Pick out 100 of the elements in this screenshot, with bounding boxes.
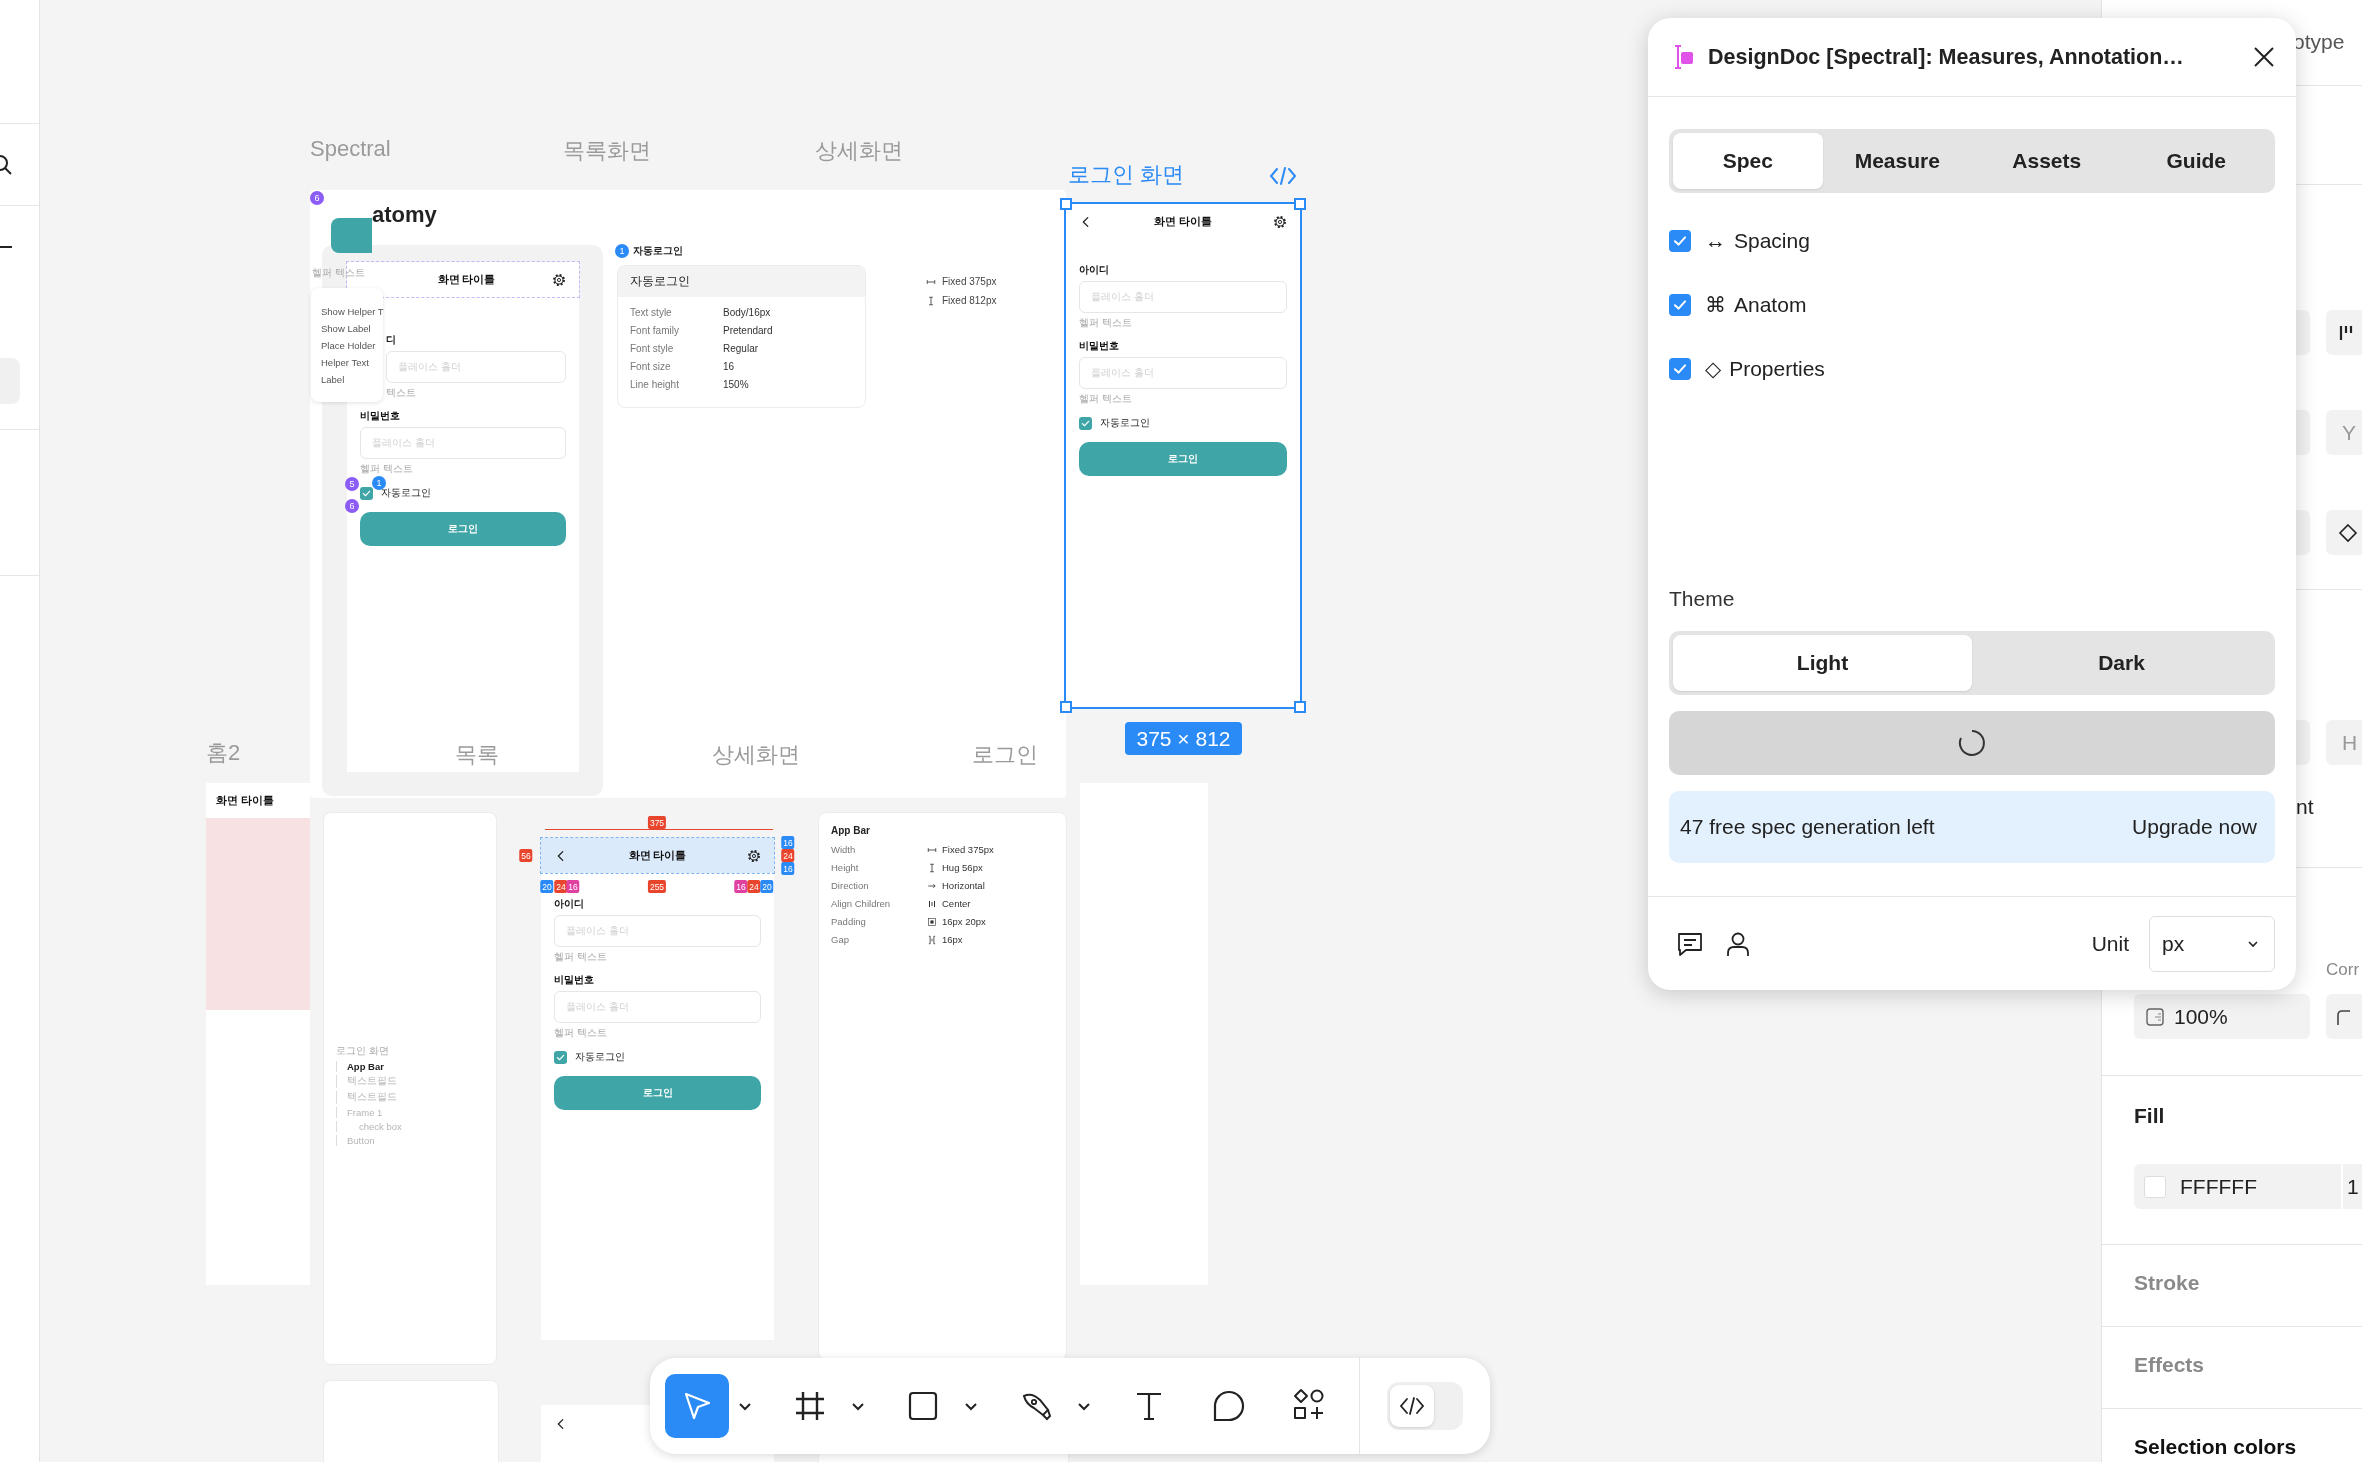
spacing-badge: 24 — [747, 880, 761, 893]
size-note: Fixed 375px — [942, 276, 997, 287]
screen-title: 화면 타이틀 — [1153, 214, 1213, 229]
screen-title: 화면 타이틀 — [627, 848, 688, 863]
opacity-field[interactable]: 100% — [2134, 994, 2310, 1039]
section-label: 홈2 — [206, 739, 241, 767]
section-title[interactable]: Selection colors — [2134, 1435, 2297, 1459]
checkbox[interactable] — [1669, 294, 1691, 316]
screen-title: 화면 타이틀 — [436, 272, 497, 287]
checkbox[interactable] — [1669, 230, 1691, 252]
unit-select[interactable]: px — [2149, 915, 2275, 972]
property-value: 16 — [723, 361, 736, 372]
checkbox-label: Spacing — [1734, 229, 1810, 253]
property-label: Text style — [630, 307, 673, 318]
field-label: 비밀번호 — [360, 409, 401, 423]
field-label: Corr — [2326, 960, 2360, 980]
corner-icon — [2336, 1008, 2352, 1025]
marker-badge: 6 — [310, 191, 324, 205]
section-title: Fill — [2134, 1104, 2165, 1128]
checkbox[interactable] — [554, 1050, 567, 1064]
property-value: Pretendard — [723, 325, 774, 336]
resize-handle[interactable] — [1060, 198, 1072, 210]
banner-text: 47 free spec generation left — [1680, 815, 1935, 839]
opacity-field[interactable]: 1 — [2343, 1164, 2362, 1209]
settings-icon[interactable] — [552, 272, 566, 287]
align-icon — [927, 898, 937, 909]
helper-text: 텍스트 — [386, 386, 417, 400]
property-option[interactable]: Show Label — [321, 322, 383, 334]
field-label: 비밀번호 — [1079, 339, 1120, 353]
checkbox[interactable] — [360, 486, 373, 500]
resize-handle[interactable] — [1294, 701, 1306, 713]
tab[interactable]: Spec — [1673, 133, 1823, 189]
marker-badge: 1 — [372, 476, 386, 490]
button-drawing — [331, 218, 372, 253]
spacing-badge: 16 — [566, 880, 580, 893]
checkbox-label: 자동로그인 — [1100, 416, 1150, 430]
tab[interactable]: Measure — [1822, 133, 1972, 189]
helper-text: 헬퍼 텍스트 — [360, 462, 414, 476]
checkbox-label: 자동로그인 — [575, 1050, 625, 1064]
card-title: 자동로그인 — [618, 266, 865, 297]
checkbox[interactable] — [1079, 416, 1092, 430]
option-icon: ⌘ — [1705, 293, 1726, 317]
property-value: 16px — [942, 934, 963, 945]
property-option[interactable]: Helper Text — [321, 356, 383, 368]
section-label: Spectral — [310, 136, 391, 162]
option-icon: ↔ — [1705, 229, 1726, 253]
property-label: Line height — [630, 379, 680, 390]
helper-text: 헬퍼 텍스트 — [554, 950, 608, 964]
code-icon — [1399, 1396, 1425, 1416]
property-label: Font size — [630, 361, 672, 372]
property-value: 16px 20px — [942, 916, 986, 927]
property-label: Gap — [831, 934, 850, 945]
spacing-badge: 255 — [647, 880, 667, 893]
property-option[interactable]: Place Holder — [321, 339, 383, 351]
theme-option[interactable]: Dark — [1972, 635, 2271, 691]
property-value: Horizontal — [942, 880, 985, 891]
property-option[interactable]: Label — [321, 373, 383, 385]
spacing-badge: 16 — [781, 836, 795, 849]
resize-handle[interactable] — [1294, 198, 1306, 210]
screen-title: 화면 타이틀 — [215, 793, 275, 808]
upgrade-link[interactable]: Upgrade now — [2132, 815, 2257, 839]
gap-icon — [927, 934, 937, 945]
settings-icon[interactable] — [1273, 214, 1287, 229]
section-label: 목록화면 — [563, 137, 651, 165]
spacing-badge: 56 — [519, 849, 533, 862]
property-value: Body/16px — [723, 307, 772, 318]
height-icon — [926, 295, 936, 306]
spacing-badge: 16 — [781, 862, 795, 875]
dev-mode-toggle[interactable] — [1387, 1382, 1463, 1430]
resize-handle[interactable] — [1060, 701, 1072, 713]
section-label: nt — [2296, 795, 2314, 819]
theme-option[interactable]: Light — [1673, 635, 1972, 691]
layer-name: 로그인 화면 — [336, 1045, 390, 1058]
spacing-badge: 375 — [647, 816, 667, 829]
field-label: Unit — [2091, 931, 2129, 956]
section-heading: atomy — [372, 202, 437, 228]
plugin-logo-icon — [1672, 44, 1694, 70]
tab[interactable]: Guide — [2121, 133, 2271, 189]
settings-icon[interactable] — [747, 848, 761, 863]
frame-caption: 목록 — [455, 741, 499, 769]
checkbox[interactable] — [1669, 358, 1691, 380]
property-value: Hug 56px — [942, 862, 983, 873]
color-swatch — [2144, 1175, 2166, 1198]
property-label: Direction — [831, 880, 870, 891]
property-value: 150% — [723, 379, 750, 390]
padding-icon — [927, 916, 937, 927]
field-label: 아이디 — [554, 897, 585, 911]
code-icon[interactable] — [1268, 166, 1298, 186]
section-label: 상세화면 — [815, 137, 903, 165]
field-label: 디 — [386, 333, 397, 347]
property-option[interactable]: Show Helper T — [321, 305, 383, 317]
tab[interactable]: Assets — [1972, 133, 2122, 189]
layer-item[interactable]: App Bar — [336, 1061, 402, 1072]
helper-text: 헬퍼 텍스트 — [312, 266, 365, 280]
close-icon[interactable] — [2252, 45, 2276, 69]
field-label: 아이디 — [1079, 263, 1110, 277]
color-field[interactable]: FFFFFF — [2134, 1164, 2341, 1209]
property-label: Width — [831, 844, 857, 855]
property-value: Center — [942, 898, 971, 909]
spacing-badge: 20 — [540, 880, 554, 893]
